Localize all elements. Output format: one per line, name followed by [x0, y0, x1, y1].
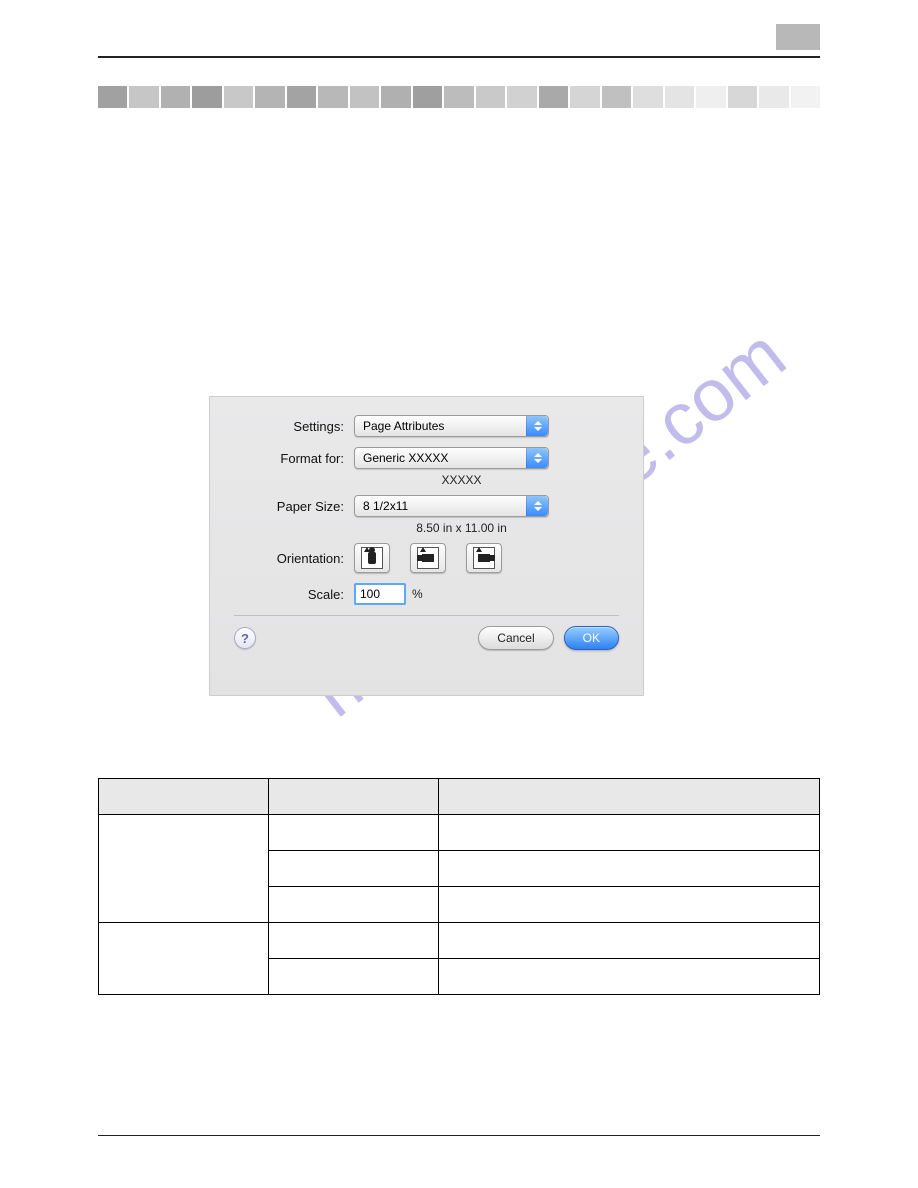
table-cell	[269, 815, 439, 851]
paper-size-popup[interactable]: 8 1/2x11	[354, 495, 549, 517]
paper-size-label: Paper Size:	[234, 499, 354, 514]
table-cell	[439, 959, 820, 995]
table-cell	[99, 815, 269, 923]
settings-popup[interactable]: Page Attributes	[354, 415, 549, 437]
gray-stripe-segment	[539, 86, 568, 108]
table-cell	[99, 923, 269, 995]
orientation-landscape-button[interactable]	[410, 543, 446, 573]
format-for-value: Generic XXXXX	[363, 451, 448, 465]
help-button[interactable]: ?	[234, 627, 256, 649]
table-cell	[269, 851, 439, 887]
gray-stripe-segment	[413, 86, 442, 108]
gray-stripe-segment	[350, 86, 379, 108]
table-header-cell	[99, 779, 269, 815]
table-cell	[269, 887, 439, 923]
arrow-up-icon	[476, 547, 482, 552]
bottom-rule	[98, 1135, 820, 1136]
gray-stripe-segment	[444, 86, 473, 108]
gray-stripe-segment	[602, 86, 631, 108]
gray-stripe-segment	[381, 86, 410, 108]
gray-stripe-segment	[192, 86, 221, 108]
gray-stripe-segment	[665, 86, 694, 108]
gray-stripe-segment	[287, 86, 316, 108]
table-cell	[269, 959, 439, 995]
cancel-button[interactable]: Cancel	[478, 626, 553, 650]
paper-size-subtext: 8.50 in x 11.00 in	[364, 521, 559, 535]
landscape-reverse-icon	[478, 554, 490, 562]
ok-button[interactable]: OK	[564, 626, 619, 650]
table-cell	[269, 923, 439, 959]
settings-value: Page Attributes	[363, 419, 444, 433]
gray-stripe-segment	[255, 86, 284, 108]
top-rule	[98, 56, 820, 58]
arrow-up-icon	[420, 547, 426, 552]
gray-stripe-segment	[224, 86, 253, 108]
gray-stripe-segment	[318, 86, 347, 108]
settings-label: Settings:	[234, 419, 354, 434]
dropdown-arrows-icon	[526, 448, 548, 468]
paper-size-value: 8 1/2x11	[363, 499, 408, 513]
dropdown-arrows-icon	[526, 496, 548, 516]
orientation-reverse-landscape-button[interactable]	[466, 543, 502, 573]
table-cell	[439, 887, 820, 923]
page-setup-dialog: Settings: Page Attributes Format for: Ge…	[209, 396, 644, 696]
gray-stripe-segment	[791, 86, 820, 108]
help-icon: ?	[241, 631, 249, 646]
format-for-label: Format for:	[234, 451, 354, 466]
table-cell	[439, 851, 820, 887]
table-cell	[439, 923, 820, 959]
format-for-subtext: XXXXX	[364, 473, 559, 487]
landscape-icon	[422, 554, 434, 562]
table-header-cell	[439, 779, 820, 815]
gray-stripe-segment	[507, 86, 536, 108]
table-cell	[439, 815, 820, 851]
table-header-cell	[269, 779, 439, 815]
portrait-icon	[368, 552, 376, 564]
gray-stripe-bar	[98, 86, 820, 108]
gray-stripe-segment	[633, 86, 662, 108]
scale-label: Scale:	[234, 587, 354, 602]
gray-stripe-segment	[728, 86, 757, 108]
content-table	[98, 778, 820, 995]
scale-unit: %	[412, 587, 423, 601]
orientation-portrait-button[interactable]	[354, 543, 390, 573]
gray-stripe-segment	[161, 86, 190, 108]
gray-stripe-segment	[129, 86, 158, 108]
gray-stripe-segment	[98, 86, 127, 108]
gray-stripe-segment	[570, 86, 599, 108]
dropdown-arrows-icon	[526, 416, 548, 436]
scale-input[interactable]: 100	[354, 583, 406, 605]
page-tab	[776, 24, 820, 50]
gray-stripe-segment	[696, 86, 725, 108]
orientation-label: Orientation:	[234, 551, 354, 566]
gray-stripe-segment	[476, 86, 505, 108]
gray-stripe-segment	[759, 86, 788, 108]
format-for-popup[interactable]: Generic XXXXX	[354, 447, 549, 469]
